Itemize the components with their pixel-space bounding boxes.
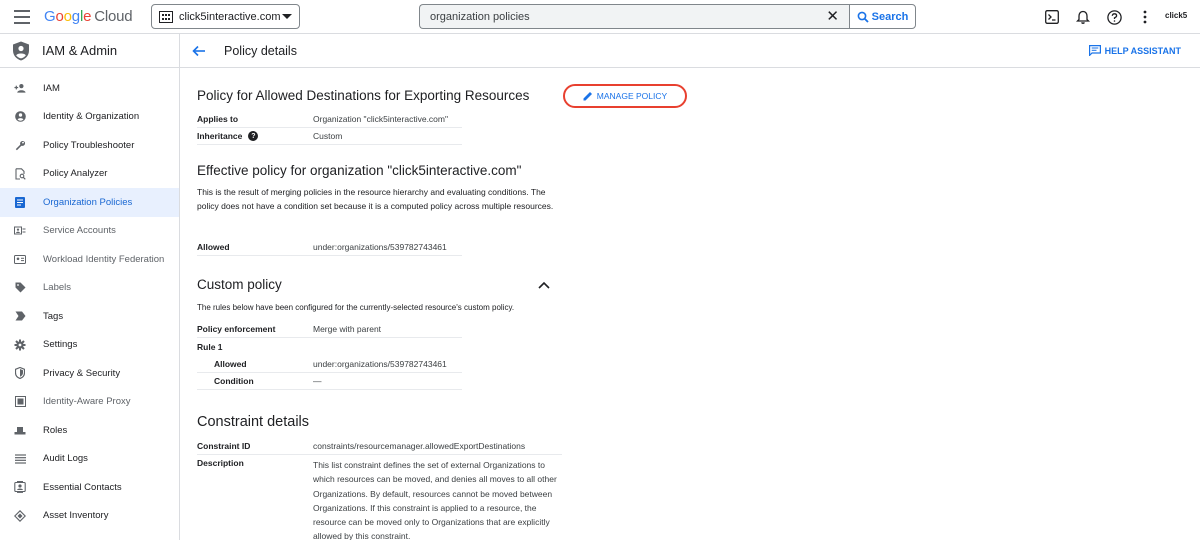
help-icon[interactable] — [1105, 8, 1123, 26]
constraint-description-row: Description This list constraint defines… — [197, 458, 557, 540]
constraint-id-row: Constraint ID constraints/resourcemanage… — [197, 438, 562, 455]
label-icon — [14, 282, 26, 294]
cloud-shell-icon[interactable] — [1043, 8, 1061, 26]
custom-policy-title: Custom policy — [197, 277, 282, 292]
sidebar-item-organization-policies[interactable]: Organization Policies — [0, 188, 179, 217]
rule-1-row: Rule 1 — [197, 341, 223, 352]
search-icon — [857, 11, 869, 23]
sidebar-item-policy-analyzer[interactable]: Policy Analyzer — [0, 160, 179, 189]
sidebar-item-essential-contacts[interactable]: Essential Contacts — [0, 473, 179, 502]
account-avatar[interactable]: click5 — [1165, 11, 1187, 20]
list-doc-icon — [14, 196, 26, 208]
effective-policy-description: This is the result of merging policies i… — [197, 187, 554, 211]
organization-icon — [159, 10, 173, 23]
chevron-up-icon[interactable] — [538, 281, 550, 289]
sidebar-item-audit-logs[interactable]: Audit Logs — [0, 445, 179, 474]
effective-policy-title: Effective policy for organization "click… — [197, 163, 522, 178]
top-bar: GoogleCloud click5interactive.com ✕ Sear… — [0, 0, 1200, 34]
sidebar-item-labels[interactable]: Labels — [0, 274, 179, 303]
sidebar-item-roles[interactable]: Roles — [0, 416, 179, 445]
sidebar-item-identity-organization[interactable]: Identity & Organization — [0, 103, 179, 132]
contact-card-icon — [14, 481, 26, 494]
account-circle-icon — [14, 111, 26, 123]
document-search-icon — [14, 168, 26, 180]
chat-bubble-icon — [1088, 45, 1101, 56]
id-card-icon — [14, 253, 26, 265]
project-name: click5interactive.com — [179, 10, 281, 23]
back-arrow-icon[interactable] — [192, 43, 208, 59]
sidebar-item-service-accounts[interactable]: Service Accounts — [0, 217, 179, 246]
search-box: ✕ — [419, 4, 849, 29]
rule-condition-row: Condition — — [197, 373, 462, 390]
sidebar-item-policy-troubleshooter[interactable]: Policy Troubleshooter — [0, 131, 179, 160]
sidebar-item-tags[interactable]: Tags — [0, 302, 179, 331]
clear-icon[interactable]: ✕ — [826, 9, 839, 24]
sidebar-header: IAM & Admin — [0, 34, 179, 68]
gear-icon — [14, 339, 26, 351]
lines-icon — [14, 453, 26, 465]
notifications-icon[interactable] — [1074, 8, 1092, 26]
applies-to-row: Applies to Organization "click5interacti… — [197, 111, 462, 128]
more-vert-icon[interactable] — [1136, 8, 1154, 26]
sidebar-title: IAM & Admin — [42, 43, 118, 58]
constraint-details-title: Constraint details — [197, 414, 310, 430]
service-account-icon — [14, 225, 26, 237]
sidebar-item-identity-aware-proxy[interactable]: Identity-Aware Proxy — [0, 388, 179, 417]
chevron-down-icon — [282, 14, 292, 19]
proxy-icon — [14, 396, 26, 408]
rule-allowed-row: Allowed under:organizations/539782743461 — [197, 356, 462, 373]
sidebar-nav: IAM Identity & Organization Policy Troub… — [0, 68, 179, 530]
policy-title: Policy for Allowed Destinations for Expo… — [197, 88, 530, 103]
inheritance-row: Inheritance? Custom — [197, 128, 462, 145]
person-add-icon — [14, 82, 26, 94]
help-assistant-button[interactable]: HELP ASSISTANT — [1088, 45, 1181, 56]
sidebar-item-iam[interactable]: IAM — [0, 74, 179, 103]
search-input[interactable] — [430, 10, 827, 23]
page-title: Policy details — [224, 43, 297, 58]
content-header: Policy details HELP ASSISTANT — [180, 34, 1200, 68]
sidebar-item-settings[interactable]: Settings — [0, 331, 179, 360]
policy-enforcement-row: Policy enforcement Merge with parent — [197, 321, 462, 338]
wrench-icon — [14, 139, 26, 151]
sidebar: IAM & Admin IAM Identity & Organization … — [0, 34, 180, 540]
help-icon[interactable]: ? — [248, 131, 259, 141]
search-button[interactable]: Search — [849, 4, 916, 29]
shield-icon — [14, 367, 26, 380]
shield-person-icon — [13, 41, 29, 60]
main-menu-icon[interactable] — [14, 10, 30, 24]
effective-allowed-row: Allowed under:organizations/539782743461 — [197, 239, 462, 256]
sidebar-item-asset-inventory[interactable]: Asset Inventory — [0, 502, 179, 531]
project-selector[interactable]: click5interactive.com — [151, 4, 300, 29]
pencil-icon — [583, 92, 592, 101]
custom-policy-description: The rules below have been configured for… — [197, 303, 515, 312]
sidebar-item-workload-identity-federation[interactable]: Workload Identity Federation — [0, 245, 179, 274]
hat-icon — [14, 424, 26, 436]
diamond-icon — [14, 509, 26, 522]
manage-policy-button[interactable]: MANAGE POLICY — [563, 84, 687, 108]
google-cloud-logo[interactable]: Google Cloud — [44, 8, 133, 25]
sidebar-item-privacy-security[interactable]: Privacy & Security — [0, 359, 179, 388]
tag-arrow-icon — [14, 310, 26, 322]
